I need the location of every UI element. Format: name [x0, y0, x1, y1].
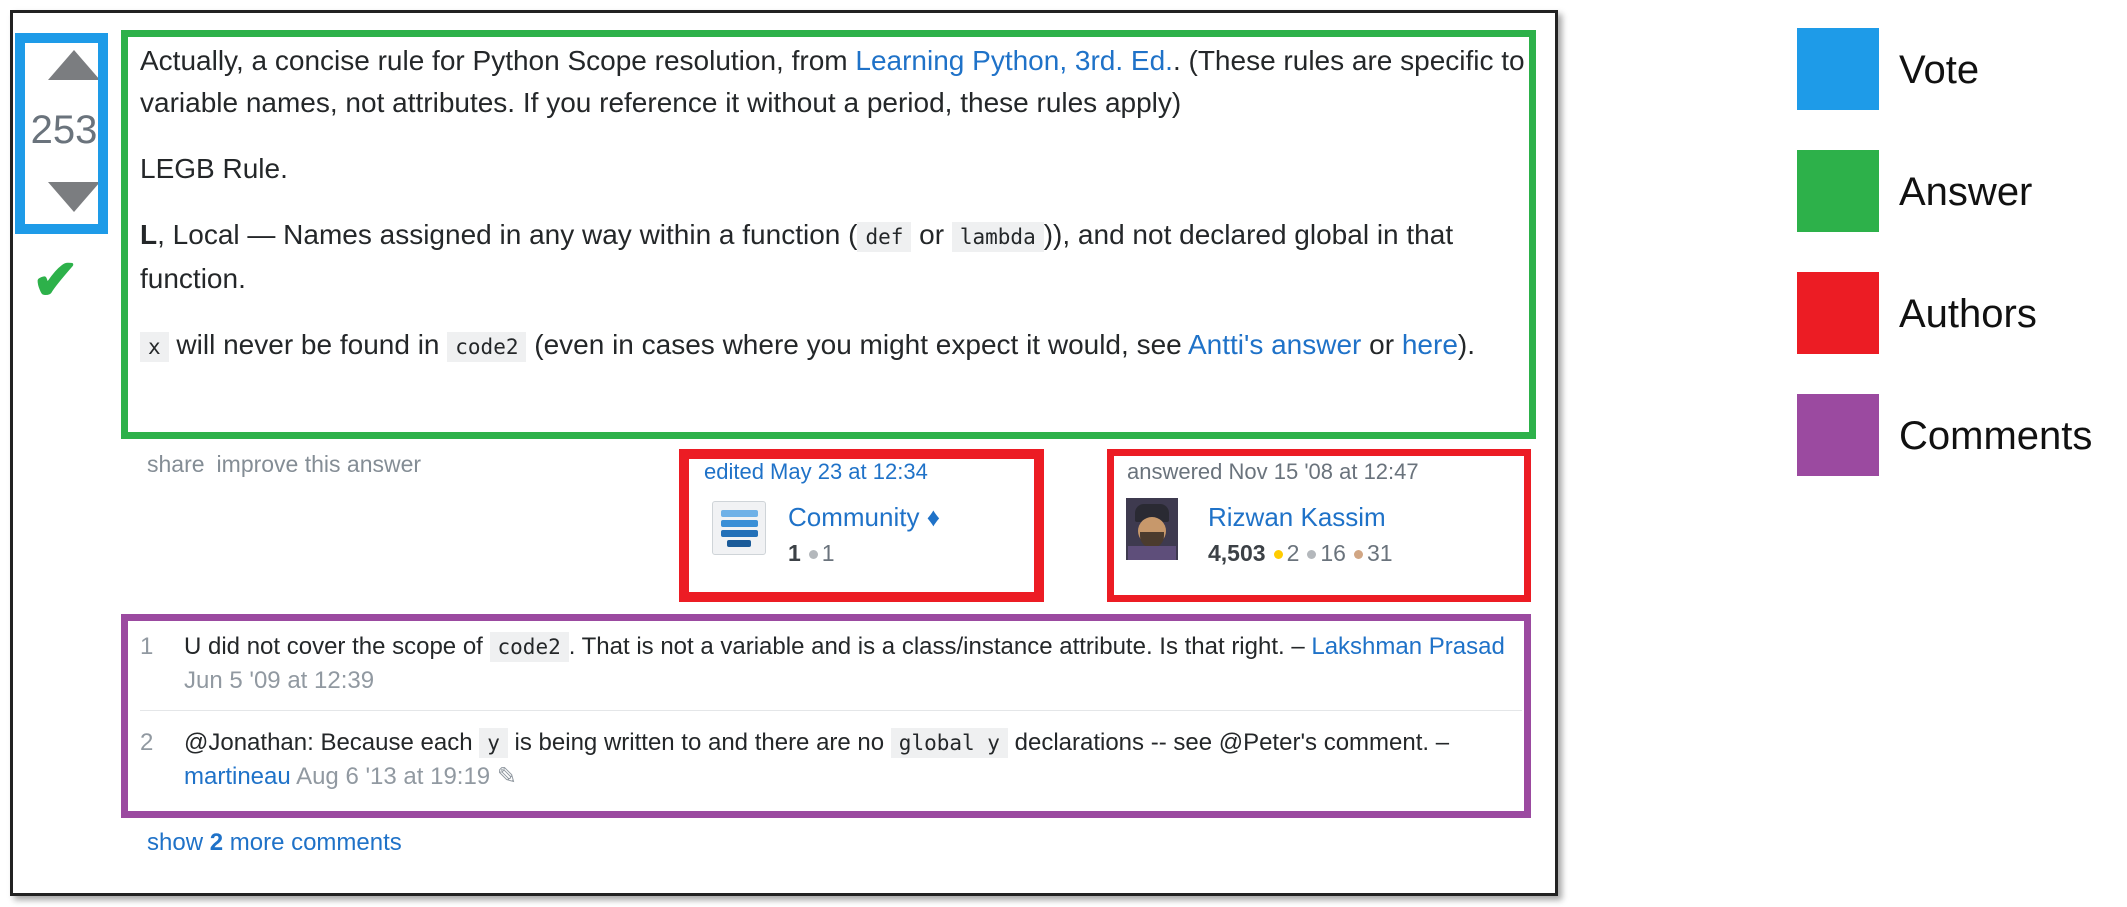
bronze-badge-count: 31: [1353, 540, 1393, 566]
silver-badge-count: 16: [1307, 540, 1346, 566]
community-user-link[interactable]: Community ♦: [788, 502, 940, 533]
comment-user-link[interactable]: Lakshman Prasad: [1311, 633, 1504, 660]
accepted-checkmark-icon: ✔: [32, 248, 79, 311]
bronze-badge-dot-icon: [1353, 550, 1363, 560]
here-link[interactable]: here: [1402, 329, 1458, 360]
share-link[interactable]: share: [147, 451, 205, 477]
badge-count: 2: [1286, 540, 1300, 566]
rizwan-kassim-user-link[interactable]: Rizwan Kassim: [1208, 502, 1386, 533]
community-avatar[interactable]: [712, 501, 766, 555]
answered-timestamp: answered Nov 15 '08 at 12:47: [1127, 459, 1419, 484]
answer-text: Actually, a concise rule for Python Scop…: [140, 45, 856, 76]
legend-swatch: [1797, 150, 1879, 232]
gold-badge-count: 2: [1273, 540, 1300, 566]
answer-bold-text: L: [140, 219, 158, 250]
comment-text: U did not cover the scope of code2. That…: [184, 630, 1520, 697]
learning-python-link[interactable]: Learning Python, 3rd. Ed.: [855, 45, 1173, 76]
post-menu: share improve this answer: [147, 451, 433, 478]
inline-code: code2: [489, 632, 569, 662]
comment-copy: declarations -- see @Peter's comment. –: [1007, 729, 1450, 756]
inline-code: code2: [447, 332, 527, 362]
vote-count: 253: [30, 108, 98, 152]
legend-item-authors: Authors: [1797, 272, 2127, 354]
improve-answer-link[interactable]: improve this answer: [217, 451, 422, 477]
edited-timestamp-link[interactable]: edited May 23 at 12:34: [704, 459, 928, 485]
comment-date-link[interactable]: Jun 5 '09 at 12:39: [184, 667, 374, 694]
answer-paragraph: L, Local — Names assigned in any way wit…: [140, 214, 1525, 300]
legend-label: Answer: [1899, 170, 2033, 214]
answer-text: will never be found in: [168, 329, 448, 360]
badge-dot-icon: [808, 550, 818, 560]
gold-badge-dot-icon: [1273, 550, 1283, 560]
legend-label: Authors: [1899, 292, 2037, 336]
inline-code: def: [857, 222, 912, 252]
legend-item-comments: Comments: [1797, 394, 2127, 476]
inline-code: y: [479, 728, 508, 758]
avatar-stripe: [727, 540, 751, 547]
comment-divider: [140, 710, 1522, 711]
show-more-suffix: more comments: [223, 829, 402, 856]
reputation-score: 4,503: [1208, 540, 1266, 566]
comment-user-link[interactable]: martineau: [184, 763, 291, 790]
legend-label: Comments: [1899, 414, 2093, 458]
comment-copy: . That is not a variable and is a class/…: [568, 633, 1312, 660]
answer-paragraph: LEGB Rule.: [140, 153, 288, 184]
show-more-comments-link[interactable]: show 2 more comments: [147, 829, 402, 857]
author-reputation: 4,503 2 16 31: [1208, 540, 1393, 567]
badge-count: 31: [1366, 540, 1393, 566]
vote-up-arrow-icon[interactable]: [48, 50, 100, 80]
avatar-body: [1128, 546, 1176, 560]
comment-copy: U did not cover the scope of: [184, 633, 490, 660]
badge-count: 1: [821, 540, 835, 566]
legend-item-vote: Vote: [1797, 28, 2127, 110]
answer-text: , Local — Names assigned in any way with…: [157, 219, 858, 250]
legend-swatch: [1797, 28, 1879, 110]
inline-code: x: [140, 332, 169, 362]
avatar-stripe: [721, 520, 758, 527]
inline-code: global y: [890, 728, 1008, 758]
community-reputation: 11: [788, 540, 835, 567]
vote-down-arrow-icon[interactable]: [48, 182, 100, 212]
legend-label: Vote: [1899, 48, 1980, 92]
legend-swatch: [1797, 394, 1879, 476]
legend-item-answer: Answer: [1797, 150, 2127, 232]
answer-paragraph: Actually, a concise rule for Python Scop…: [140, 40, 1525, 124]
answer-text: (even in cases where you might expect it…: [526, 329, 1188, 360]
legend-swatch: [1797, 272, 1879, 354]
comment-score: 2: [140, 729, 154, 756]
avatar-stripe: [721, 530, 758, 537]
comment-score: 1: [140, 633, 154, 660]
answer-body: Actually, a concise rule for Python Scop…: [140, 40, 1525, 392]
comment-copy: is being written to and there are no: [507, 729, 891, 756]
inline-code: lambda: [951, 222, 1044, 252]
answer-text: ).: [1457, 329, 1475, 360]
reputation-score: 1: [788, 540, 801, 566]
rizwan-kassim-avatar[interactable]: [1126, 498, 1178, 560]
silver-badge-dot-icon: [1307, 550, 1317, 560]
comment-date-link[interactable]: Aug 6 '13 at 19:19: [296, 763, 490, 790]
comment-copy: @Jonathan: Because each: [184, 729, 480, 756]
anttis-answer-link[interactable]: Antti's answer: [1188, 329, 1361, 360]
show-more-count: 2: [209, 829, 224, 856]
comment-text: @Jonathan: Because each y is being writt…: [184, 726, 1520, 793]
bronze-badge-count: 1: [808, 540, 835, 566]
badge-count: 16: [1320, 540, 1346, 566]
show-more-prefix: show: [147, 829, 210, 856]
answer-paragraph: x will never be found in code2 (even in …: [140, 324, 1525, 368]
avatar-stripe: [721, 510, 758, 517]
answer-text: or: [911, 219, 952, 250]
answer-text: or: [1361, 329, 1402, 360]
pencil-edit-icon: ✎: [496, 763, 517, 790]
